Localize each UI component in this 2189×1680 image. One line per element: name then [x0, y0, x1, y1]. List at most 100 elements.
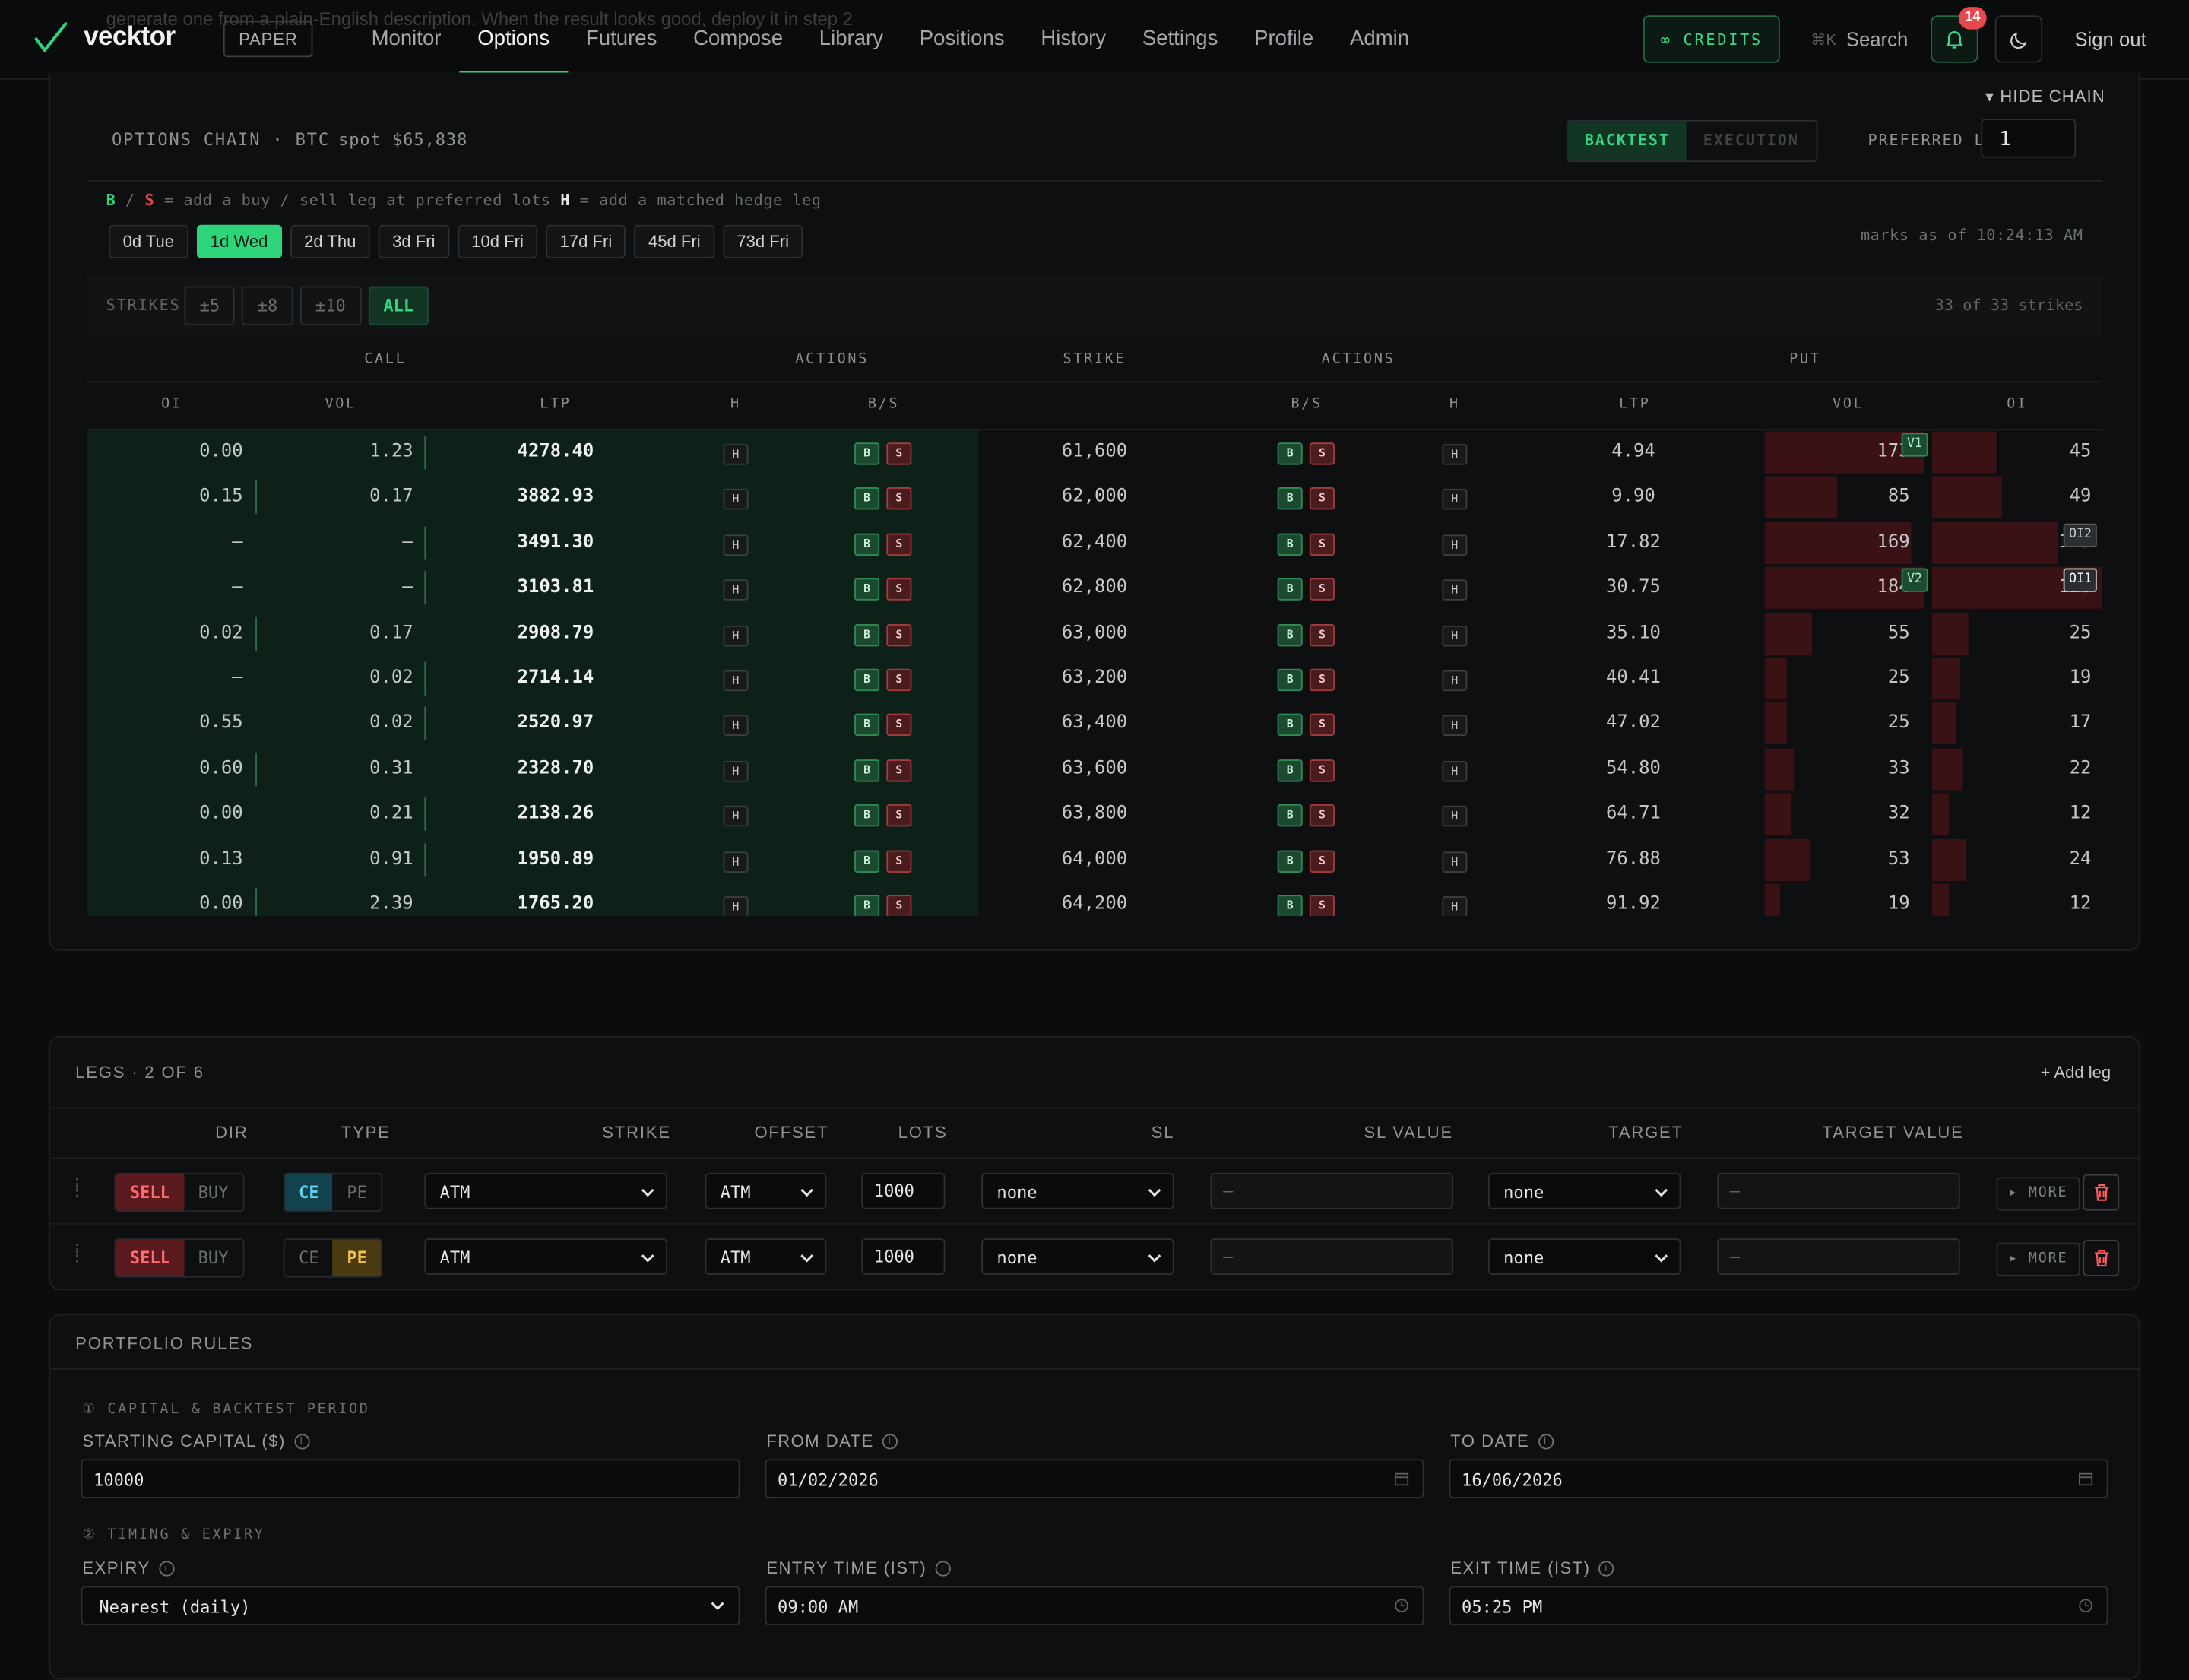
offset-select[interactable]: ATM	[705, 1172, 827, 1209]
expiry-tab[interactable]: 17d Fri	[546, 224, 626, 258]
call-sell-button[interactable]: S	[886, 533, 912, 556]
put-hedge-button[interactable]: H	[1442, 715, 1468, 737]
from-date-input[interactable]: 01/02/2026	[765, 1459, 1424, 1498]
drag-handle-icon[interactable]: ⋮ ⋮	[70, 1178, 84, 1199]
buy-button[interactable]: BUY	[184, 1239, 242, 1276]
call-hedge-button[interactable]: H	[723, 444, 749, 465]
put-buy-button[interactable]: B	[1277, 759, 1303, 782]
call-buy-button[interactable]: B	[854, 623, 880, 646]
exit-time-input[interactable]: 05:25 PM	[1449, 1586, 2108, 1625]
lots-input[interactable]: 1000	[861, 1172, 946, 1209]
put-hedge-button[interactable]: H	[1442, 625, 1468, 646]
call-buy-button[interactable]: B	[854, 895, 880, 916]
theme-toggle-button[interactable]	[1994, 15, 2043, 63]
execution-mode-button[interactable]: EXECUTION	[1687, 122, 1816, 160]
nav-link-positions[interactable]: Positions	[901, 0, 1023, 78]
calendar-icon[interactable]	[2078, 1472, 2093, 1486]
strike-filter-button[interactable]: ALL	[368, 286, 429, 325]
sell-button[interactable]: SELL	[116, 1239, 185, 1276]
put-hedge-button[interactable]: H	[1442, 444, 1468, 465]
sl-value-input[interactable]: —	[1210, 1172, 1454, 1209]
sl-select[interactable]: none	[981, 1238, 1174, 1275]
buy-button[interactable]: BUY	[184, 1174, 242, 1211]
expiry-tab[interactable]: 3d Fri	[378, 224, 449, 258]
put-hedge-button[interactable]: H	[1442, 489, 1468, 511]
starting-capital-input[interactable]: 10000	[81, 1459, 740, 1498]
call-buy-button[interactable]: B	[854, 759, 880, 782]
put-buy-button[interactable]: B	[1277, 714, 1303, 737]
call-buy-button[interactable]: B	[854, 487, 880, 511]
put-sell-button[interactable]: S	[1309, 895, 1335, 916]
put-sell-button[interactable]: S	[1309, 623, 1335, 646]
call-sell-button[interactable]: S	[886, 668, 912, 692]
lots-input[interactable]: 1000	[861, 1238, 946, 1275]
put-buy-button[interactable]: B	[1277, 895, 1303, 916]
ce-button[interactable]: CE	[284, 1174, 333, 1211]
call-buy-button[interactable]: B	[854, 849, 880, 873]
delete-leg-button[interactable]	[2083, 1174, 2120, 1211]
call-hedge-button[interactable]: H	[723, 489, 749, 511]
ce-button[interactable]: CE	[285, 1239, 333, 1276]
nav-link-admin[interactable]: Admin	[1332, 0, 1427, 78]
put-buy-button[interactable]: B	[1277, 533, 1303, 556]
put-sell-button[interactable]: S	[1309, 533, 1335, 556]
put-sell-button[interactable]: S	[1309, 804, 1335, 827]
strike-filter-button[interactable]: ±5	[184, 286, 236, 325]
put-hedge-button[interactable]: H	[1442, 534, 1468, 556]
clock-icon[interactable]	[1395, 1599, 1408, 1613]
sign-out-link[interactable]: Sign out	[2074, 28, 2146, 50]
expiry-tab[interactable]: 73d Fri	[722, 224, 803, 258]
put-hedge-button[interactable]: H	[1442, 896, 1468, 916]
call-sell-button[interactable]: S	[886, 804, 912, 827]
expiry-tab[interactable]: 0d Tue	[109, 224, 188, 258]
put-buy-button[interactable]: B	[1277, 849, 1303, 873]
put-sell-button[interactable]: S	[1309, 442, 1335, 465]
call-hedge-button[interactable]: H	[723, 896, 749, 916]
put-sell-button[interactable]: S	[1309, 668, 1335, 692]
delete-leg-button[interactable]	[2083, 1239, 2120, 1276]
brand-logo[interactable]: vecktor	[33, 20, 176, 56]
put-sell-button[interactable]: S	[1309, 759, 1335, 782]
call-hedge-button[interactable]: H	[723, 579, 749, 601]
target-value-input[interactable]: —	[1717, 1238, 1960, 1275]
put-buy-button[interactable]: B	[1277, 442, 1303, 465]
backtest-mode-button[interactable]: BACKTEST	[1567, 121, 1687, 161]
call-sell-button[interactable]: S	[886, 487, 912, 511]
call-buy-button[interactable]: B	[854, 668, 880, 692]
strike-select[interactable]: ATM	[424, 1172, 667, 1209]
pe-button[interactable]: PE	[333, 1174, 381, 1211]
info-icon[interactable]: i	[158, 1560, 174, 1576]
call-buy-button[interactable]: B	[854, 714, 880, 737]
info-icon[interactable]: i	[935, 1560, 951, 1576]
call-sell-button[interactable]: S	[886, 442, 912, 465]
nav-link-compose[interactable]: Compose	[675, 0, 801, 78]
pe-button[interactable]: PE	[332, 1239, 382, 1276]
info-icon[interactable]: i	[882, 1433, 898, 1449]
sl-select[interactable]: none	[981, 1172, 1174, 1209]
expiry-tab[interactable]: 10d Fri	[457, 224, 538, 258]
call-sell-button[interactable]: S	[886, 623, 912, 646]
expiry-tab[interactable]: 1d Wed	[196, 224, 282, 258]
put-hedge-button[interactable]: H	[1442, 579, 1468, 601]
expiry-select[interactable]: Nearest (daily)	[81, 1586, 740, 1625]
info-icon[interactable]: i	[1538, 1433, 1554, 1449]
more-options-button[interactable]: ▸ MORE	[1996, 1241, 2080, 1276]
put-buy-button[interactable]: B	[1277, 804, 1303, 827]
call-sell-button[interactable]: S	[886, 578, 912, 601]
strike-filter-button[interactable]: ±10	[299, 286, 361, 325]
strike-filter-button[interactable]: ±8	[242, 286, 293, 325]
call-hedge-button[interactable]: H	[723, 534, 749, 556]
put-hedge-button[interactable]: H	[1442, 670, 1468, 692]
call-buy-button[interactable]: B	[854, 533, 880, 556]
credits-button[interactable]: ∞ CREDITS	[1643, 15, 1780, 63]
add-leg-button[interactable]: + Add leg	[2041, 1063, 2111, 1082]
put-sell-button[interactable]: S	[1309, 487, 1335, 511]
nav-link-monitor[interactable]: Monitor	[353, 0, 460, 78]
strike-select[interactable]: ATM	[424, 1238, 667, 1275]
nav-link-profile[interactable]: Profile	[1236, 0, 1332, 78]
call-sell-button[interactable]: S	[886, 759, 912, 782]
call-buy-button[interactable]: B	[854, 804, 880, 827]
more-options-button[interactable]: ▸ MORE	[1996, 1177, 2080, 1211]
nav-link-options[interactable]: Options	[459, 0, 568, 78]
info-icon[interactable]: i	[1598, 1560, 1614, 1576]
